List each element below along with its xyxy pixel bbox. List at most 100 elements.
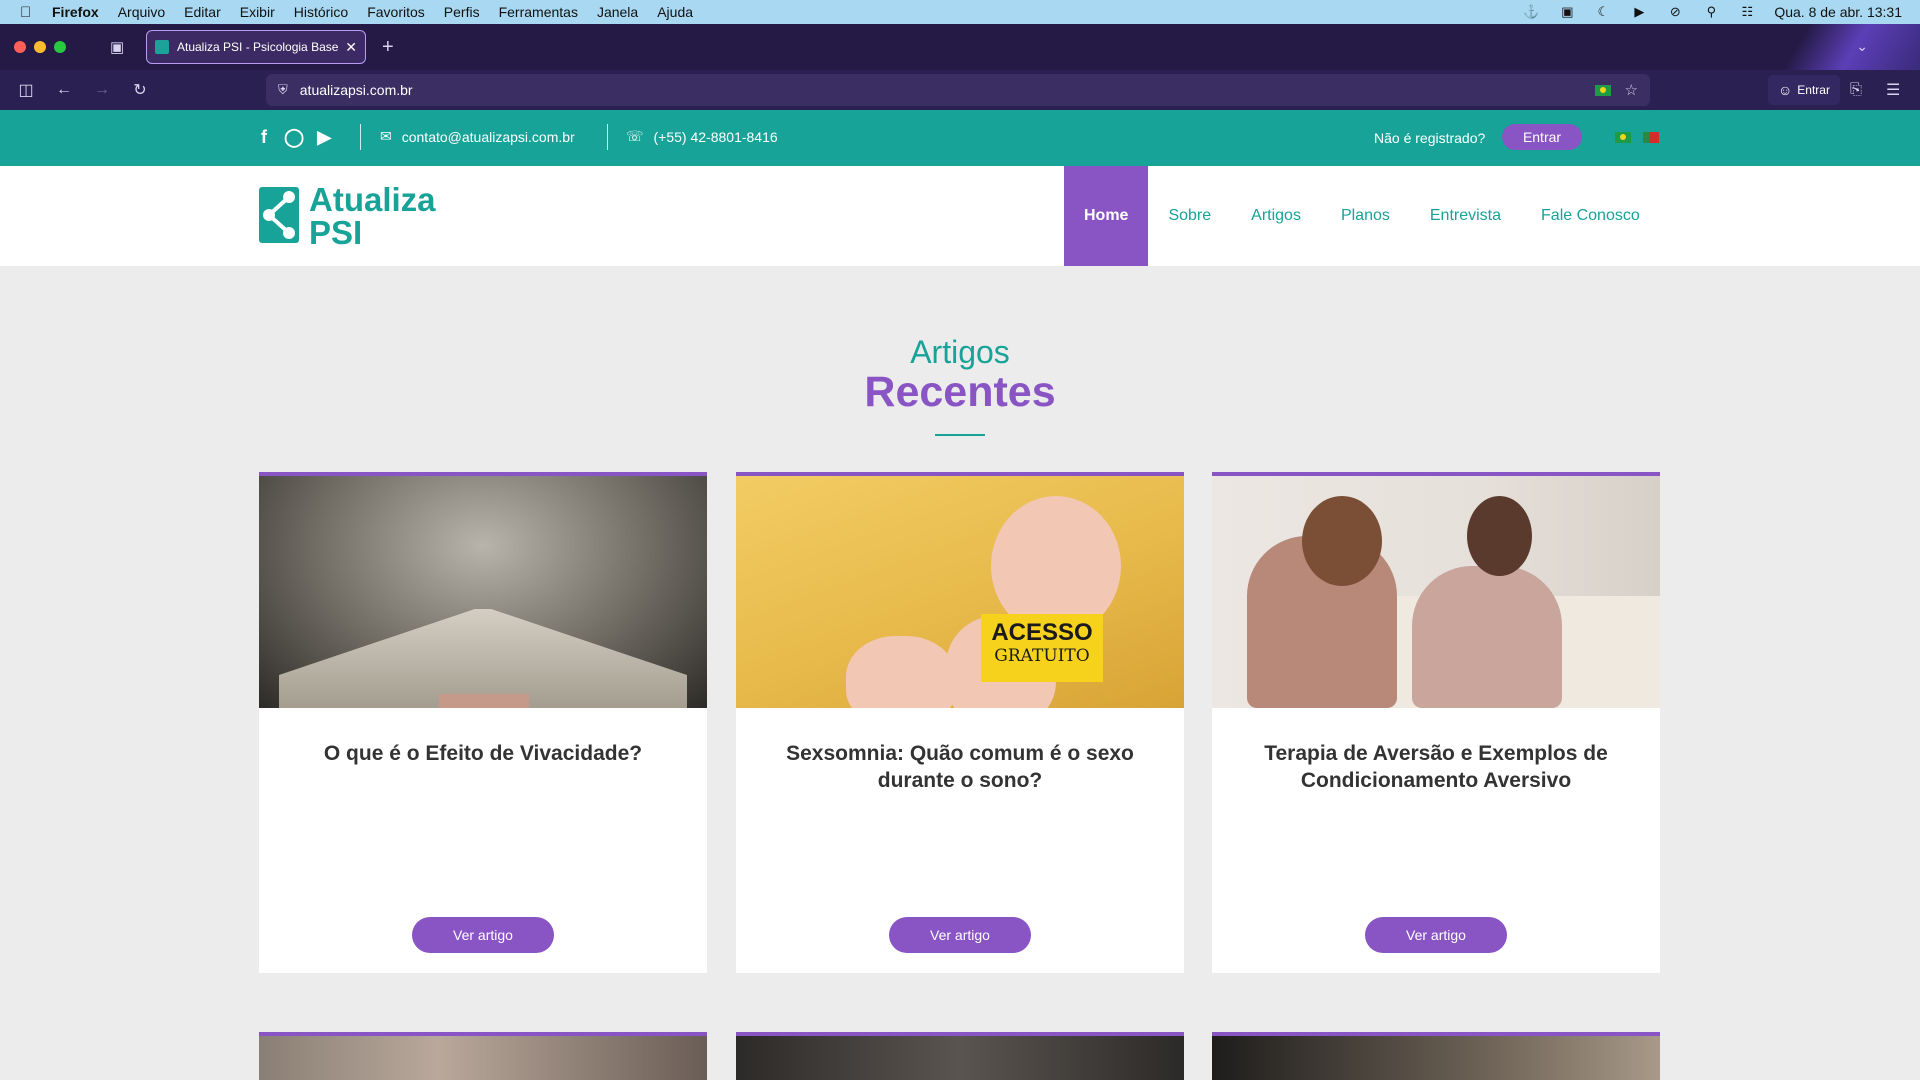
menu-historico[interactable]: Histórico bbox=[294, 4, 348, 20]
menu-favoritos[interactable]: Favoritos bbox=[367, 4, 425, 20]
article-title[interactable]: Sexsomnia: Quão comum é o sexo durante o… bbox=[760, 740, 1160, 794]
free-access-badge: ACESSO GRATUITO bbox=[981, 614, 1103, 682]
nav-entrevista[interactable]: Entrevista bbox=[1410, 166, 1521, 266]
article-card: O que é o Efeito de Vivacidade? Ver arti… bbox=[259, 472, 707, 973]
contact-phone[interactable]: ☏ (+55) 42-8801-8416 bbox=[626, 128, 778, 145]
facebook-icon[interactable]: f bbox=[256, 127, 272, 148]
article-card-partial[interactable] bbox=[1212, 1032, 1660, 1080]
brazil-flag-icon[interactable] bbox=[1594, 84, 1611, 96]
wifi-off-icon[interactable]: ⊘ bbox=[1666, 4, 1684, 19]
youtube-icon[interactable]: ▶ bbox=[316, 127, 332, 148]
ver-artigo-button[interactable]: Ver artigo bbox=[889, 917, 1031, 953]
shield-icon[interactable]: ⛨ bbox=[278, 82, 288, 98]
menu-editar[interactable]: Editar bbox=[184, 4, 221, 20]
sidebar-toggle-icon[interactable]: ◫ bbox=[14, 80, 38, 100]
search-icon[interactable]: ⚲ bbox=[1702, 4, 1720, 19]
portugal-flag-icon[interactable] bbox=[1643, 132, 1659, 143]
article-title[interactable]: O que é o Efeito de Vivacidade? bbox=[283, 740, 683, 767]
menu-app-firefox[interactable]: Firefox bbox=[52, 4, 99, 20]
nav-planos[interactable]: Planos bbox=[1321, 166, 1410, 266]
close-window-button[interactable] bbox=[14, 41, 26, 53]
ver-artigo-button[interactable]: Ver artigo bbox=[1365, 917, 1507, 953]
clock[interactable]: Qua. 8 de abr. 13:31 bbox=[1774, 4, 1902, 20]
site-logo[interactable]: Atualiza PSI bbox=[259, 183, 436, 249]
chevron-down-icon[interactable]: ⌄ bbox=[1856, 38, 1868, 55]
new-tab-icon[interactable]: + bbox=[382, 36, 394, 59]
nav-home[interactable]: Home bbox=[1064, 166, 1149, 266]
account-label: Entrar bbox=[1797, 83, 1830, 97]
browser-tabbar: ▣ Atualiza PSI - Psicologia Baseada ✕ + … bbox=[0, 24, 1920, 70]
article-image-therapy[interactable] bbox=[1212, 476, 1660, 708]
hamburger-menu-icon[interactable]: ☰ bbox=[1886, 80, 1900, 100]
phone-text: (+55) 42-8801-8416 bbox=[653, 128, 778, 145]
minimize-window-button[interactable] bbox=[34, 41, 46, 53]
url-bar[interactable]: ⛨ atualizapsi.com.br ☆ bbox=[266, 74, 1650, 106]
account-button[interactable]: ☺ Entrar bbox=[1768, 75, 1840, 105]
contact-email[interactable]: ✉ contato@atualizapsi.com.br bbox=[380, 128, 575, 145]
back-arrow-icon[interactable]: ← bbox=[52, 81, 76, 99]
article-title[interactable]: Terapia de Aversão e Exemplos de Condici… bbox=[1236, 740, 1636, 794]
person-head-shape bbox=[1302, 496, 1382, 586]
menu-perfis[interactable]: Perfis bbox=[444, 4, 480, 20]
menu-janela[interactable]: Janela bbox=[597, 4, 638, 20]
nav-artigos[interactable]: Artigos bbox=[1231, 166, 1321, 266]
share-logo-icon bbox=[259, 187, 299, 243]
menu-exibir[interactable]: Exibir bbox=[240, 4, 275, 20]
reload-icon[interactable]: ↻ bbox=[128, 80, 152, 100]
extensions-icon[interactable]: ⎘ bbox=[1850, 81, 1862, 98]
site-header: Atualiza PSI Home Sobre Artigos Planos E… bbox=[0, 166, 1920, 266]
site-topbar: f ◯ ▶ ✉ contato@atualizapsi.com.br ☏ (+5… bbox=[0, 110, 1920, 166]
menu-ajuda[interactable]: Ajuda bbox=[657, 4, 693, 20]
site-favicon-icon bbox=[155, 40, 169, 54]
account-icon: ☺ bbox=[1778, 82, 1793, 98]
person-head-shape bbox=[1467, 496, 1532, 576]
logo-line2: PSI bbox=[309, 214, 363, 251]
title-underline bbox=[935, 434, 985, 436]
browser-navbar: ◫ ← → ↻ ⛨ atualizapsi.com.br ☆ ☺ Entrar … bbox=[0, 70, 1920, 110]
docker-icon[interactable]: ⚓ bbox=[1522, 4, 1540, 19]
nav-sobre[interactable]: Sobre bbox=[1148, 166, 1231, 266]
divider bbox=[360, 124, 361, 150]
forward-arrow-icon[interactable]: → bbox=[90, 81, 114, 99]
email-text: contato@atualizapsi.com.br bbox=[401, 128, 575, 145]
section-title-bold: Recentes bbox=[864, 368, 1056, 416]
instagram-icon[interactable]: ◯ bbox=[284, 127, 304, 148]
window-controls bbox=[14, 41, 66, 53]
menu-ferramentas[interactable]: Ferramentas bbox=[499, 4, 578, 20]
control-center-icon[interactable]: ☷ bbox=[1738, 4, 1756, 19]
whatsapp-icon: ☏ bbox=[626, 128, 644, 144]
article-card: ACESSO GRATUITO Sexsomnia: Quão comum é … bbox=[736, 472, 1184, 973]
person-shape bbox=[1412, 566, 1562, 708]
article-card: Terapia de Aversão e Exemplos de Condici… bbox=[1212, 472, 1660, 973]
close-tab-icon[interactable]: ✕ bbox=[345, 39, 357, 56]
theme-decoration bbox=[1750, 24, 1920, 70]
article-image-book[interactable] bbox=[259, 476, 707, 708]
browser-tab-active[interactable]: Atualiza PSI - Psicologia Baseada ✕ bbox=[146, 30, 366, 64]
moon-icon[interactable]: ☾ bbox=[1594, 4, 1612, 19]
logo-line1: Atualiza bbox=[309, 181, 436, 218]
macos-menubar:  Firefox Arquivo Editar Exibir Históric… bbox=[0, 0, 1920, 24]
apple-icon[interactable]:  bbox=[20, 4, 38, 21]
badge-line2: GRATUITO bbox=[994, 646, 1090, 666]
tab-title: Atualiza PSI - Psicologia Baseada bbox=[177, 40, 339, 54]
menu-arquivo[interactable]: Arquivo bbox=[118, 4, 165, 20]
article-image-feet[interactable]: ACESSO GRATUITO bbox=[736, 476, 1184, 708]
divider bbox=[607, 124, 608, 150]
zoom-window-button[interactable] bbox=[54, 41, 66, 53]
envelope-icon: ✉ bbox=[380, 128, 392, 144]
social-links: f ◯ ▶ bbox=[256, 127, 332, 148]
main-navigation: Home Sobre Artigos Planos Entrevista Fal… bbox=[1064, 166, 1660, 266]
tab-overview-icon[interactable]: ▣ bbox=[110, 38, 130, 56]
article-card-partial[interactable] bbox=[736, 1032, 1184, 1080]
badge-line1: ACESSO bbox=[991, 619, 1093, 646]
url-text[interactable]: atualizapsi.com.br bbox=[300, 82, 1595, 98]
screen-mirroring-icon[interactable]: ▣ bbox=[1558, 4, 1576, 19]
play-circle-icon[interactable]: ▶ bbox=[1630, 4, 1648, 19]
bookmark-star-icon[interactable]: ☆ bbox=[1625, 81, 1638, 99]
login-button[interactable]: Entrar bbox=[1502, 124, 1582, 150]
ver-artigo-button[interactable]: Ver artigo bbox=[412, 917, 554, 953]
brazil-flag-icon[interactable] bbox=[1615, 132, 1631, 143]
not-registered-text: Não é registrado? bbox=[1374, 130, 1486, 146]
article-card-partial[interactable] bbox=[259, 1032, 707, 1080]
nav-fale-conosco[interactable]: Fale Conosco bbox=[1521, 166, 1660, 266]
